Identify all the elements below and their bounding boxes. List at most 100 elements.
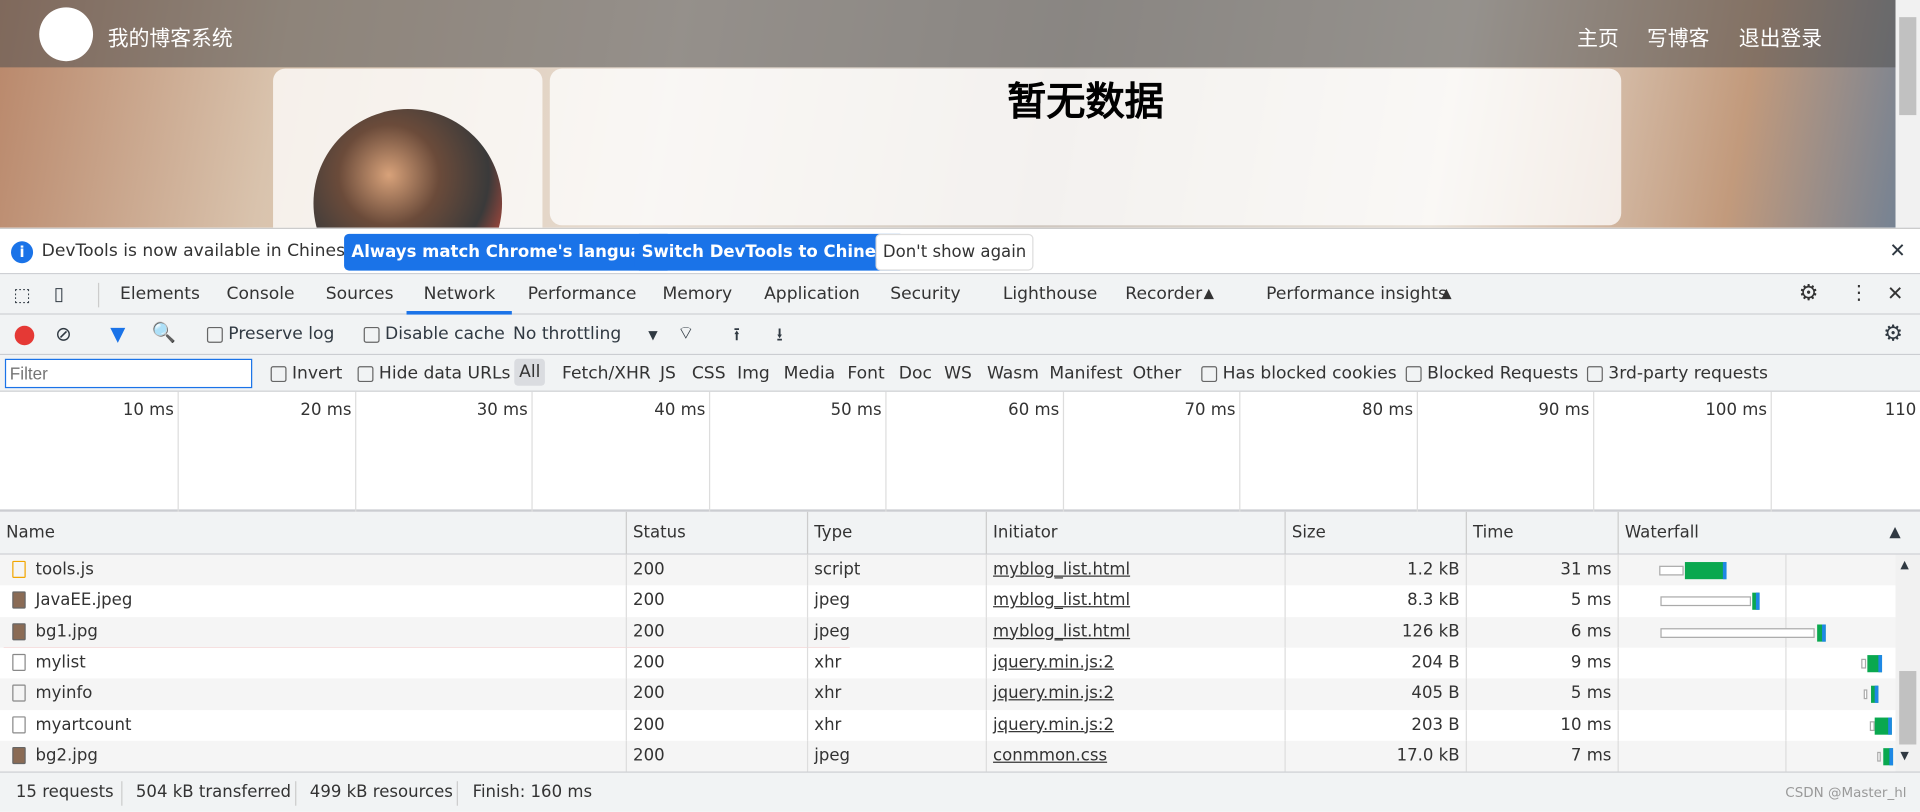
cell-initiator-link[interactable]: jquery.min.js:2 bbox=[987, 647, 1286, 680]
preserve-log-checkbox[interactable]: Preserve log bbox=[206, 324, 334, 344]
request-name: mylist bbox=[35, 652, 86, 673]
cell-type: jpeg bbox=[808, 585, 987, 618]
filter-type-font[interactable]: Font bbox=[847, 364, 884, 384]
tab-console[interactable]: Console bbox=[227, 284, 295, 304]
tab-security[interactable]: Security bbox=[890, 284, 960, 304]
cell-name[interactable]: myinfo bbox=[0, 678, 627, 711]
tab-recorder[interactable]: Recorder bbox=[1125, 284, 1202, 304]
cell-initiator-link[interactable]: myblog_list.html bbox=[987, 616, 1286, 649]
sort-ascending-icon[interactable]: ▲ bbox=[1889, 523, 1900, 540]
filter-type-doc[interactable]: Doc bbox=[899, 364, 932, 384]
tab-sources[interactable]: Sources bbox=[326, 284, 394, 304]
nav-home-link[interactable]: 主页 bbox=[1577, 21, 1619, 51]
filter-input[interactable] bbox=[4, 358, 253, 389]
filter-type-wasm[interactable]: Wasm bbox=[987, 364, 1039, 384]
tab-performance[interactable]: Performance bbox=[528, 284, 637, 304]
document-icon bbox=[12, 715, 26, 733]
close-icon[interactable]: ✕ bbox=[1889, 239, 1905, 262]
column-initiator[interactable]: Initiator bbox=[987, 511, 1286, 555]
cell-name[interactable]: bg1.jpg bbox=[0, 616, 627, 649]
has-blocked-cookies-checkbox[interactable]: Has blocked cookies bbox=[1201, 364, 1397, 383]
device-toolbar-icon[interactable]: ▯ bbox=[54, 283, 64, 305]
more-options-icon[interactable]: ⋮ bbox=[1849, 280, 1869, 303]
cell-name[interactable]: JavaEE.jpeg bbox=[0, 585, 627, 618]
table-row[interactable]: bg1.jpg 200 jpeg myblog_list.html 126 kB 6 ms bbox=[0, 616, 1896, 649]
blocked-requests-checkbox[interactable]: Blocked Requests bbox=[1405, 364, 1578, 383]
network-conditions-icon[interactable]: ⌔ bbox=[677, 322, 694, 345]
waterfall-download-bar bbox=[1871, 685, 1879, 704]
network-settings-gear-icon[interactable]: ⚙ bbox=[1883, 321, 1903, 347]
cell-initiator-link[interactable]: jquery.min.js:2 bbox=[987, 709, 1286, 742]
timeline-tick: 70 ms bbox=[1064, 391, 1241, 512]
switch-to-chinese-button[interactable]: Switch DevTools to Chinese bbox=[634, 233, 905, 271]
devtools-language-infobar: i DevTools is now available in Chinese! … bbox=[0, 227, 1920, 275]
filter-type-manifest[interactable]: Manifest bbox=[1049, 364, 1122, 384]
table-scrollbar[interactable]: ▲ ▼ bbox=[1895, 554, 1920, 772]
third-party-requests-checkbox[interactable]: 3rd-party requests bbox=[1586, 364, 1768, 383]
filter-type-fetch-xhr[interactable]: Fetch/XHR bbox=[562, 364, 651, 384]
tab-application[interactable]: Application bbox=[764, 284, 860, 304]
filter-icon[interactable]: ▼ bbox=[110, 322, 125, 345]
export-har-icon[interactable]: ⭳ bbox=[776, 322, 782, 353]
filter-type-js[interactable]: JS bbox=[660, 364, 676, 384]
tab-elements[interactable]: Elements bbox=[120, 284, 200, 304]
table-row[interactable]: myartcount 200 xhr jquery.min.js:2 203 B 10 m… bbox=[0, 709, 1896, 742]
cell-initiator-link[interactable]: myblog_list.html bbox=[987, 585, 1286, 618]
status-bar: 15 requests 504 kB transferred 499 kB re… bbox=[0, 771, 1920, 812]
table-row[interactable]: tools.js 200 script myblog_list.html 1.2 kB 3… bbox=[0, 554, 1896, 587]
import-har-icon[interactable]: ⭱ bbox=[733, 322, 739, 353]
invert-checkbox[interactable]: Invert bbox=[270, 364, 342, 383]
hide-data-urls-checkbox[interactable]: Hide data URLs bbox=[357, 364, 510, 383]
table-row[interactable]: JavaEE.jpeg 200 jpeg myblog_list.html 8.3 kB… bbox=[0, 585, 1896, 618]
filter-type-other[interactable]: Other bbox=[1133, 364, 1182, 384]
column-time[interactable]: Time bbox=[1467, 511, 1619, 555]
tab-performance-insights[interactable]: Performance insights bbox=[1266, 284, 1447, 304]
always-match-language-button[interactable]: Always match Chrome's language bbox=[344, 233, 673, 271]
column-name[interactable]: Name bbox=[0, 511, 627, 555]
cell-name[interactable]: bg2.jpg bbox=[0, 740, 627, 773]
tab-memory[interactable]: Memory bbox=[662, 284, 732, 304]
cell-name[interactable]: myartcount bbox=[0, 709, 627, 742]
network-overview-timeline[interactable]: 10 ms 20 ms 30 ms 40 ms 50 ms 60 ms 70 m… bbox=[0, 391, 1920, 512]
record-icon[interactable] bbox=[14, 325, 35, 346]
timeline-tick: 30 ms bbox=[356, 391, 533, 512]
filter-type-img[interactable]: Img bbox=[737, 364, 770, 384]
filter-type-css[interactable]: CSS bbox=[692, 364, 726, 384]
close-devtools-icon[interactable]: ✕ bbox=[1887, 282, 1903, 305]
timeline-tick: 50 ms bbox=[710, 391, 887, 512]
cell-name[interactable]: tools.js bbox=[0, 554, 627, 587]
clear-icon[interactable]: ⊘ bbox=[55, 322, 71, 345]
cell-status: 200 bbox=[627, 585, 809, 618]
cell-waterfall bbox=[1619, 709, 1896, 742]
search-icon[interactable]: 🔍 bbox=[152, 321, 176, 344]
tab-lighthouse[interactable]: Lighthouse bbox=[1003, 284, 1097, 304]
cell-initiator-link[interactable]: jquery.min.js:2 bbox=[987, 678, 1286, 711]
filter-type-all[interactable]: All bbox=[514, 358, 546, 386]
tab-network[interactable]: Network bbox=[406, 284, 513, 315]
table-row[interactable]: mylist 200 xhr jquery.min.js:2 204 B9 ms bbox=[0, 647, 1896, 680]
table-row[interactable]: bg2.jpg 200 jpeg conmmon.css 17.0 kB 7 ms bbox=[0, 740, 1896, 773]
filter-type-ws[interactable]: WS bbox=[944, 364, 972, 384]
devtools-tabbar: ⬚ ▯ Elements Console Sources Network Per… bbox=[0, 274, 1920, 315]
nav-write-blog-link[interactable]: 写博客 bbox=[1647, 21, 1709, 51]
waterfall-download-bar bbox=[1883, 747, 1894, 766]
js-file-icon bbox=[12, 560, 26, 578]
page-scrollbar[interactable] bbox=[1895, 0, 1920, 228]
settings-gear-icon[interactable]: ⚙ bbox=[1799, 280, 1819, 306]
throttling-select[interactable]: No throttling ▼ bbox=[513, 324, 658, 344]
cell-initiator-link[interactable]: conmmon.css bbox=[987, 740, 1286, 773]
column-waterfall[interactable]: Waterfall bbox=[1619, 512, 1920, 555]
nav-logout-link[interactable]: 退出登录 bbox=[1739, 21, 1822, 51]
cell-status: 200 bbox=[627, 616, 809, 649]
dont-show-again-button[interactable]: Don't show again bbox=[875, 233, 1034, 271]
disable-cache-checkbox[interactable]: Disable cache bbox=[363, 324, 505, 344]
column-type[interactable]: Type bbox=[808, 511, 987, 555]
cell-initiator-link[interactable]: myblog_list.html bbox=[987, 554, 1286, 587]
cell-size: 203 B bbox=[1286, 709, 1467, 742]
column-status[interactable]: Status bbox=[627, 511, 809, 555]
filter-type-media[interactable]: Media bbox=[784, 364, 836, 384]
inspect-element-icon[interactable]: ⬚ bbox=[13, 284, 30, 306]
cell-name[interactable]: mylist bbox=[0, 647, 627, 680]
table-row[interactable]: myinfo 200 xhr jquery.min.js:2 405 B5 ms bbox=[0, 678, 1896, 711]
column-size[interactable]: Size bbox=[1286, 511, 1467, 555]
